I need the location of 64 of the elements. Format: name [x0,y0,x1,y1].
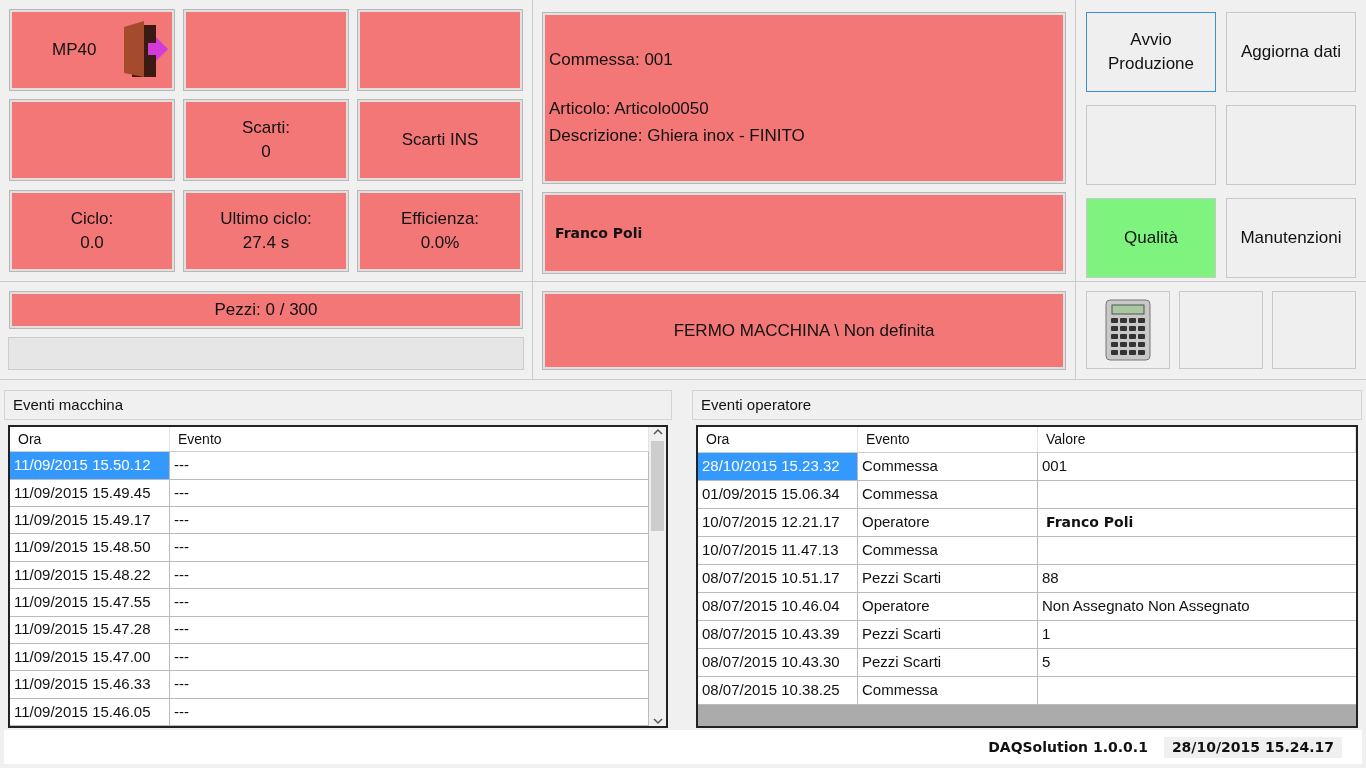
machine-tile[interactable]: MP40 [10,10,174,90]
time-cell[interactable]: 08/07/2015 10.43.30 [698,649,858,676]
status-datetime: 28/10/2015 15.24.17 [1163,736,1342,758]
column-header[interactable]: Ora [698,427,858,452]
time-cell[interactable]: 11/09/2015 15.49.17 [10,507,170,534]
event-cell: Commessa [858,481,1038,508]
calculator-icon [1104,298,1152,362]
event-cell: Commessa [858,677,1038,704]
value-cell-text: 1 [1041,624,1052,645]
time-cell[interactable]: 11/09/2015 15.47.28 [10,616,170,643]
panel-heading: Eventi macchina [4,390,672,420]
info-tile: Ciclo: 0.0 [10,190,174,271]
time-cell[interactable]: 11/09/2015 15.48.22 [10,561,170,589]
panel-heading: Eventi operatore [692,390,1362,420]
action-button[interactable] [1086,105,1216,185]
up-chevron-icon[interactable] [652,427,663,437]
value-cell-text: 5 [1041,652,1052,673]
time-cell[interactable]: 11/09/2015 15.48.50 [10,534,170,561]
action-button[interactable]: Manutenzioni [1226,198,1356,278]
article-text: Articolo: Articolo0050 [549,97,710,120]
action-button[interactable] [1226,105,1356,185]
time-cell[interactable]: 08/07/2015 10.51.17 [698,565,858,592]
info-tile: Scarti INS [358,100,522,181]
column-header[interactable]: Evento [858,427,1038,452]
time-cell[interactable]: 11/09/2015 15.47.00 [10,643,170,671]
description-text: Descrizione: Ghiera inox - FINITO [549,125,806,148]
event-cell: Pezzi Scarti [858,565,1038,592]
event-cell: Operatore [858,593,1038,620]
info-tile: Efficienza: 0.0% [358,190,522,271]
action-button[interactable]: Aggiorna dati [1226,12,1356,92]
machine-status-bar: FERMO MACCHINA \ Non definita [543,292,1065,369]
time-cell[interactable]: 08/07/2015 10.38.25 [698,677,858,704]
time-cell[interactable]: 10/07/2015 11.47.13 [698,537,858,564]
event-cell: Commessa [858,537,1038,564]
event-cell: Pezzi Scarti [858,649,1038,676]
info-tile: Scarti: 0 [184,100,348,181]
app-version: DAQSolution 1.0.0.1 [988,737,1148,757]
operator-name: Franco Poli [555,223,643,243]
value-cell-text: Non Assegnato Non Assegnato [1041,596,1251,617]
event-cell: Pezzi Scarti [858,621,1038,648]
value-cell-text: 001 [1041,456,1069,477]
scrollbar-thumb[interactable] [651,441,664,531]
time-cell[interactable]: 01/09/2015 15.06.34 [698,481,858,508]
order-text: Commessa: 001 [549,49,674,72]
time-cell[interactable]: 11/09/2015 15.46.05 [10,698,170,725]
action-button[interactable]: Avvio Produzione [1086,12,1216,92]
time-cell[interactable]: 11/09/2015 15.46.33 [10,671,170,698]
scrollbar[interactable] [649,427,666,726]
tool-button[interactable] [1086,291,1170,369]
down-chevron-icon[interactable] [652,716,663,726]
event-cell: Commessa [858,453,1038,480]
time-cell[interactable]: 11/09/2015 15.49.45 [10,479,170,507]
event-cell: Operatore [858,509,1038,536]
column-header[interactable]: Valore [1038,427,1356,452]
value-cell-text: Franco Poli [1045,513,1135,532]
time-cell[interactable]: 11/09/2015 15.47.55 [10,589,170,616]
time-cell[interactable]: 10/07/2015 12.21.17 [698,509,858,536]
column-header[interactable]: Ora [10,427,170,452]
info-tile: Ultimo ciclo: 27.4 s [184,190,348,271]
value-cell-text: 88 [1041,568,1060,589]
action-button[interactable]: Qualità [1086,198,1216,278]
time-cell[interactable]: 08/07/2015 10.46.04 [698,593,858,620]
pieces-counter: Pezzi: 0 / 300 [10,292,522,328]
time-cell[interactable]: 08/07/2015 10.43.39 [698,621,858,648]
